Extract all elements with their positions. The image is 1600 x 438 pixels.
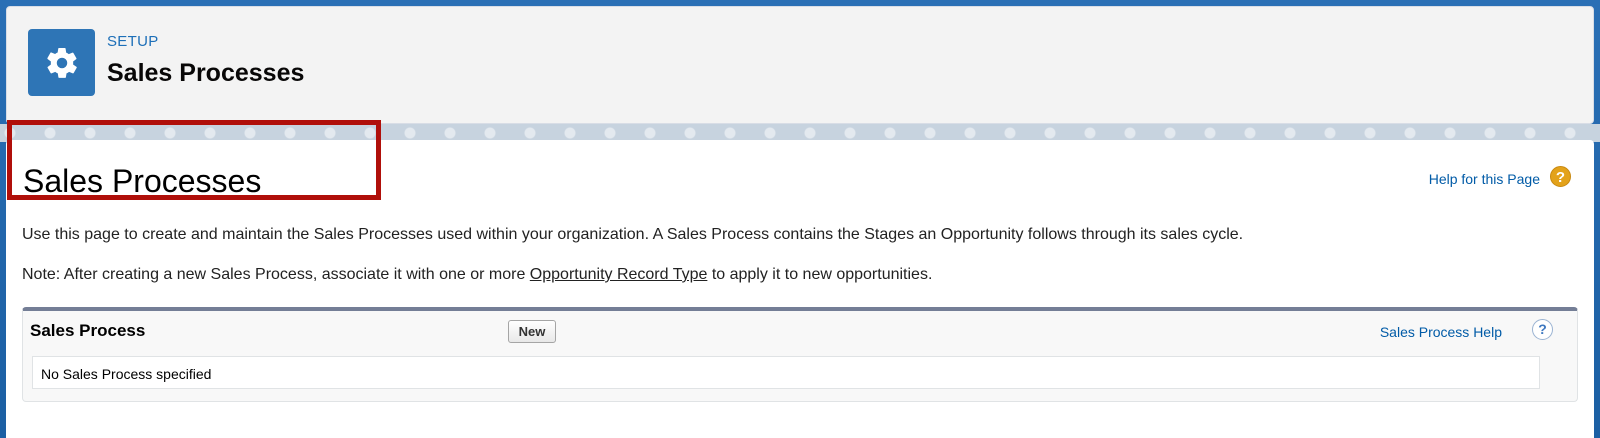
sales-process-section: Sales Process New Sales Process Help ? N… <box>22 307 1578 402</box>
setup-breadcrumb[interactable]: SETUP <box>107 33 159 50</box>
page-title: Sales Processes <box>23 163 262 199</box>
question-icon[interactable]: ? <box>1532 319 1553 340</box>
section-title: Sales Process <box>30 321 146 340</box>
page-description: Use this page to create and maintain the… <box>22 226 1244 243</box>
gear-icon <box>28 29 95 96</box>
note-suffix: to apply it to new opportunities. <box>707 266 933 283</box>
new-button[interactable]: New <box>508 320 556 343</box>
opportunity-record-type-link[interactable]: Opportunity Record Type <box>530 266 708 283</box>
page-header: SETUP Sales Processes <box>6 6 1594 124</box>
note-prefix: Note: After creating a new Sales Process… <box>22 266 530 283</box>
sales-process-help-link[interactable]: Sales Process Help <box>1380 324 1502 340</box>
help-for-page-link[interactable]: Help for this Page <box>1429 171 1540 187</box>
help-icon[interactable]: ? <box>1550 166 1571 187</box>
page-note: Note: After creating a new Sales Process… <box>22 266 932 284</box>
empty-message: No Sales Process specified <box>41 366 212 382</box>
empty-list-row: No Sales Process specified <box>32 356 1540 389</box>
header-title: Sales Processes <box>107 59 305 87</box>
